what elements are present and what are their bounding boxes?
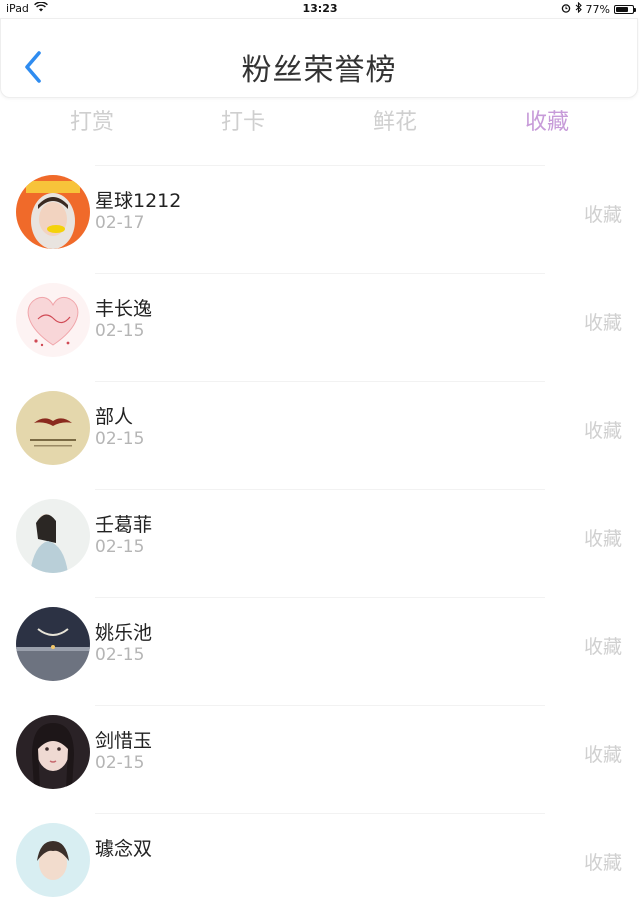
list-item[interactable]: 剑惜玉 02-15 收藏 [0,705,640,813]
battery-fill [616,6,629,12]
alarm-icon [561,3,571,16]
divider [95,381,545,382]
list-item[interactable]: 丰长逸 02-15 收藏 [0,273,640,381]
list-item[interactable]: 璩念双 收藏 [0,813,640,921]
divider [95,489,545,490]
favorite-label: 收藏 [583,312,622,334]
favorite-label: 收藏 [583,204,622,226]
fan-name: 星球1212 [95,190,182,212]
fan-list: 星球1212 02-17 收藏 丰长逸 02-15 收藏 部人 02-15 收藏… [0,165,640,921]
tab-favorites[interactable]: 收藏 [477,104,617,136]
divider [95,597,545,598]
fan-name: 壬葛菲 [95,514,153,536]
fan-name: 璩念双 [95,838,153,860]
fan-name: 部人 [95,406,134,428]
fan-name: 剑惜玉 [95,730,153,752]
tab-checkin[interactable]: 打卡 [173,104,313,136]
tab-bar: 打赏 打卡 鲜花 收藏 [0,98,640,146]
avatar [16,175,90,249]
avatar [16,715,90,789]
divider [95,165,545,166]
favorite-label: 收藏 [583,636,622,658]
favorite-label: 收藏 [583,528,622,550]
list-item[interactable]: 部人 02-15 收藏 [0,381,640,489]
list-item[interactable]: 星球1212 02-17 收藏 [0,165,640,273]
favorite-label: 收藏 [583,420,622,442]
header: 粉丝荣誉榜 [0,18,638,98]
fan-date: 02-15 [95,753,145,773]
tab-tip[interactable]: 打赏 [22,104,162,136]
divider [95,705,545,706]
avatar [16,499,90,573]
status-bar: iPad 13:23 77% [0,0,640,18]
list-item[interactable]: 姚乐池 02-15 收藏 [0,597,640,705]
fan-name: 姚乐池 [95,622,153,644]
fan-name: 丰长逸 [95,298,153,320]
tab-flowers[interactable]: 鲜花 [325,104,465,136]
fan-date: 02-17 [95,213,145,233]
status-time: 13:23 [302,2,338,15]
divider [95,273,545,274]
fan-date: 02-15 [95,321,145,341]
fan-date: 02-15 [95,429,145,449]
avatar [16,607,90,681]
favorite-label: 收藏 [583,852,622,874]
avatar [16,823,90,897]
avatar [16,283,90,357]
list-item[interactable]: 壬葛菲 02-15 收藏 [0,489,640,597]
avatar [16,391,90,465]
battery-icon [614,4,636,14]
fan-date: 02-15 [95,537,145,557]
bluetooth-icon [575,1,582,16]
page-title: 粉丝荣誉榜 [241,53,397,88]
battery-percent: 77% [585,2,610,16]
favorite-label: 收藏 [583,744,622,766]
status-right: 77% [561,1,636,16]
divider [95,813,545,814]
fan-date: 02-15 [95,645,145,665]
